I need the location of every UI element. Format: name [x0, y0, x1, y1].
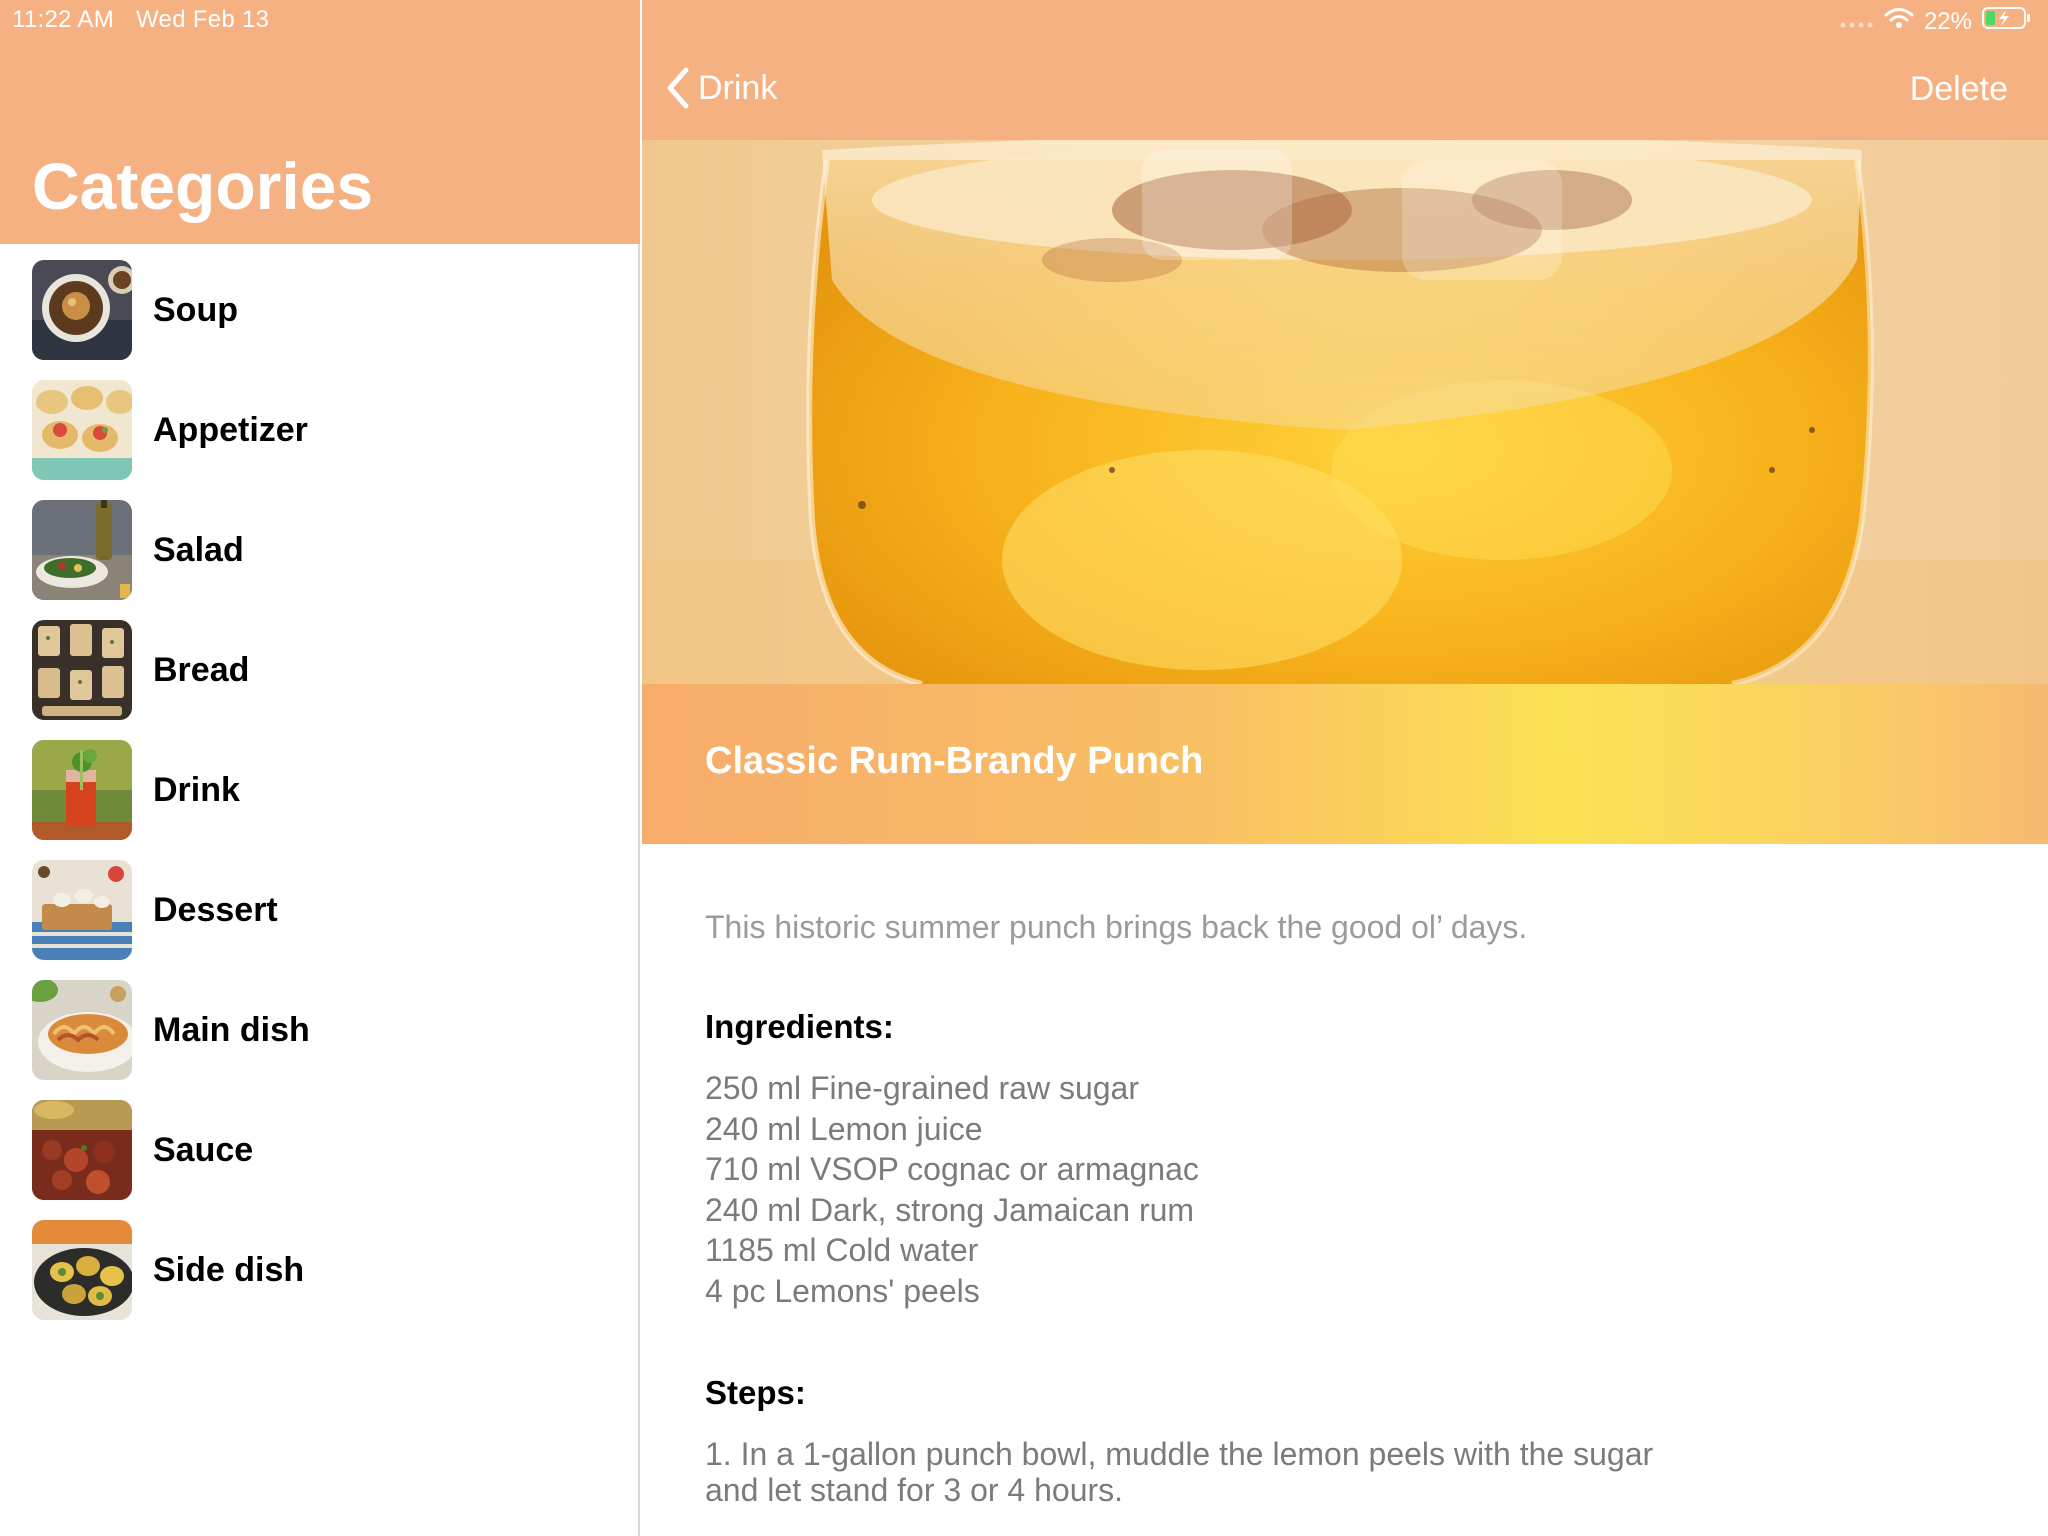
battery-percentage: 22% [1923, 7, 1972, 35]
category-item-salad[interactable]: Salad [0, 490, 640, 610]
recipe-detail-pane: 22% Drink Delete Classic Rum-Brandy Punc… [642, 0, 2048, 1536]
steps-text: 1. In a 1-gallon punch bowl, muddle the … [705, 1436, 1654, 1508]
category-label: Main dish [153, 1010, 310, 1049]
category-item-sauce[interactable]: Sauce [0, 1090, 640, 1210]
chevron-left-icon [667, 67, 689, 109]
recipe-title: Classic Rum-Brandy Punch [705, 740, 1204, 782]
ingredient-item: 4 pc Lemons' peels [705, 1272, 980, 1309]
category-label: Drink [153, 770, 240, 809]
category-item-bread[interactable]: Bread [0, 610, 640, 730]
delete-button[interactable]: Delete [1910, 70, 2008, 109]
drink-thumbnail [32, 740, 132, 840]
page-title: Categories [32, 149, 374, 223]
side-dish-thumbnail [32, 1220, 132, 1320]
category-label: Side dish [153, 1250, 305, 1289]
ingredient-item: 240 ml Lemon juice [705, 1110, 983, 1147]
category-item-main-dish[interactable]: Main dish [0, 970, 640, 1090]
soup-thumbnail [32, 260, 132, 360]
back-button[interactable]: Drink [664, 66, 777, 110]
category-label: Sauce [153, 1130, 254, 1169]
category-label: Bread [153, 650, 250, 689]
recipe-hero-image [642, 140, 2048, 684]
category-label: Salad [153, 530, 244, 569]
category-item-side-dish[interactable]: Side dish [0, 1210, 640, 1330]
steps-heading: Steps: [705, 1374, 806, 1411]
ingredient-list: 250 ml Fine-grained raw sugar 240 ml Lem… [705, 1068, 2005, 1311]
status-date: Wed Feb 13 [136, 6, 270, 33]
category-item-drink[interactable]: Drink [0, 730, 640, 850]
cellular-dots-icon [1840, 8, 1874, 36]
ingredient-item: 710 ml VSOP cognac or armagnac [705, 1151, 1199, 1187]
status-bar-right: 22% [1830, 6, 2032, 37]
ingredient-item: 240 ml Dark, strong Jamaican rum [705, 1191, 1195, 1228]
category-label: Soup [153, 290, 238, 329]
category-item-appetizer[interactable]: Appetizer [0, 370, 640, 490]
recipe-title-band: Classic Rum-Brandy Punch [642, 684, 2048, 844]
category-label: Appetizer [153, 410, 308, 449]
ingredient-item: 250 ml Fine-grained raw sugar [705, 1070, 1139, 1106]
bread-thumbnail [32, 620, 132, 720]
category-list: Soup Appetizer Salad Bread Drink Dessert… [0, 250, 640, 1330]
navigation-bar: 22% Drink Delete [642, 0, 2048, 140]
ingredients-heading: Ingredients: [705, 1008, 894, 1045]
main-dish-thumbnail [32, 980, 132, 1080]
recipe-description: This historic summer punch brings back t… [705, 909, 1528, 945]
battery-charging-icon [1982, 6, 2032, 37]
category-item-soup[interactable]: Soup [0, 250, 640, 370]
status-bar-left: 11:22 AM Wed Feb 13 [12, 6, 269, 34]
category-item-dessert[interactable]: Dessert [0, 850, 640, 970]
wifi-icon [1884, 7, 1914, 36]
dessert-thumbnail [32, 860, 132, 960]
recipe-content: This historic summer punch brings back t… [705, 906, 2005, 1508]
master-header: 11:22 AM Wed Feb 13 Categories [0, 0, 640, 244]
categories-pane: 11:22 AM Wed Feb 13 Categories Soup Appe… [0, 0, 640, 1536]
back-button-label: Drink [698, 68, 778, 107]
salad-thumbnail [32, 500, 132, 600]
sauce-thumbnail [32, 1100, 132, 1200]
appetizer-thumbnail [32, 380, 132, 480]
ingredient-item: 1185 ml Cold water [705, 1232, 979, 1268]
status-time: 11:22 AM [12, 6, 115, 33]
category-label: Dessert [153, 890, 278, 929]
